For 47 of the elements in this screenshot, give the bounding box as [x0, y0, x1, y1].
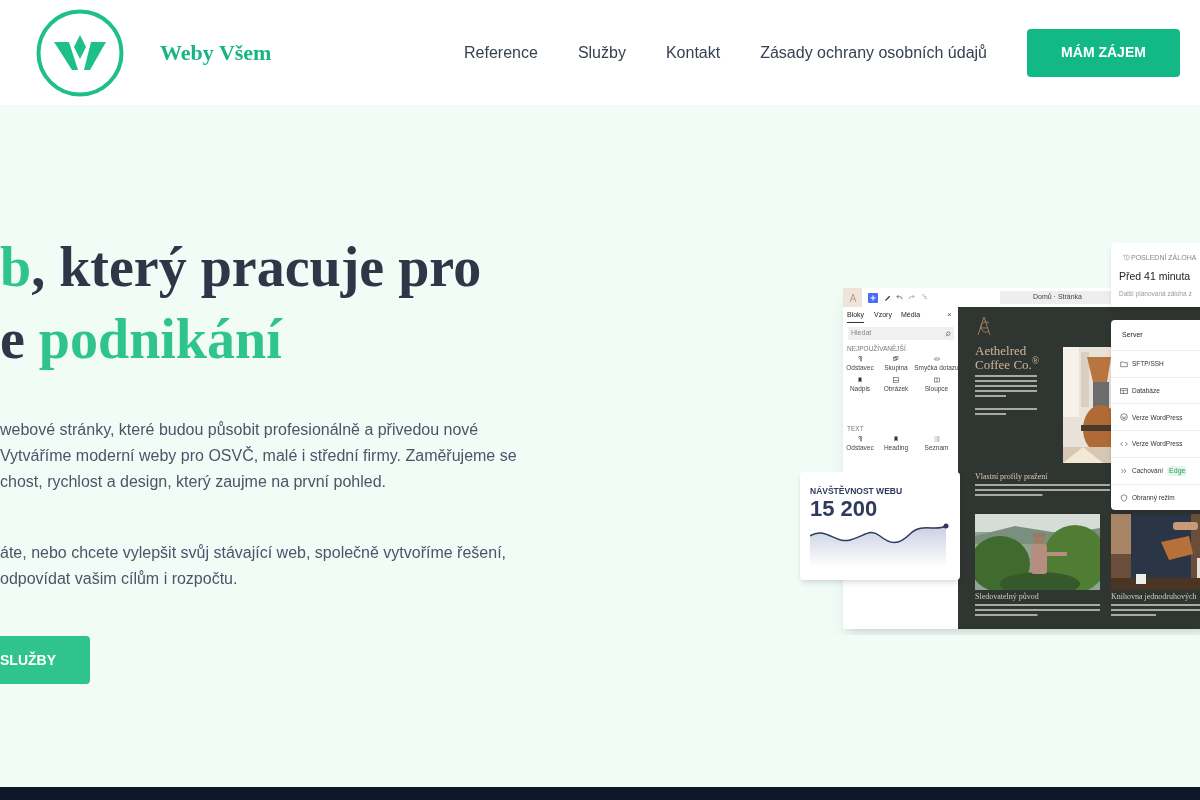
heading-line: b, který pracuje pro [0, 235, 483, 300]
paragraph-line: webové stránky, které budou působit profesionálně a přivedou nové [0, 420, 480, 440]
close-button[interactable]: × [947, 311, 952, 319]
add-block-icon [868, 293, 878, 303]
section-title: Sledovatelný původ [975, 592, 1039, 601]
nav-link[interactable]: Služby [577, 40, 626, 65]
logo-text: Weby Všem [160, 39, 272, 67]
bookmark-icon [893, 436, 899, 442]
monogram-icon [846, 291, 859, 304]
code-icon [1120, 440, 1128, 449]
redo-icon [908, 294, 915, 301]
history-icon [1123, 254, 1130, 261]
pilcrow-icon [857, 436, 863, 442]
chevrons-icon [1120, 466, 1128, 475]
paragraph-line: odpovídat vašim cílům i rozpočtu. [0, 569, 239, 589]
nav-link[interactable]: Reference [464, 40, 538, 65]
pilcrow-icon [857, 356, 863, 362]
paragraph-line: áte, nebo chcete vylepšit svůj stávající web, společně vytvoříme řešení, [0, 543, 508, 563]
loop-icon [933, 356, 940, 362]
image-icon [893, 377, 899, 383]
paragraph-line: chost, rychlost a design, který zaujme na první pohled. [0, 472, 387, 492]
logo-icon [36, 8, 124, 97]
shield-icon [1120, 493, 1128, 502]
paragraph-line: Vytváříme moderní weby pro OSVČ, malé i střední firmy. Zaměřujeme se [0, 445, 517, 466]
visitor-count: 15 200 [810, 498, 878, 520]
heading-line: e podnikání [0, 307, 284, 372]
backup-time: Před 41 minuta [1119, 269, 1191, 284]
nav-link[interactable]: Kontakt [665, 40, 721, 65]
text-lines-drawing [975, 375, 1037, 397]
card-label: NÁVŠTĚVNOST WEBU [810, 485, 903, 498]
folder-icon [1120, 360, 1128, 368]
bookmark-icon [857, 377, 863, 383]
nav-link[interactable]: Zásady ochrany osobních údajů [760, 40, 987, 65]
table-icon [1120, 386, 1128, 395]
outline-icon [921, 294, 928, 301]
undo-icon [896, 294, 903, 301]
wordpress-icon [1120, 413, 1128, 422]
monogram-icon [975, 315, 993, 337]
list-icon [933, 436, 940, 442]
section-title: Knihovna jednodruhových [1111, 592, 1197, 601]
brand-title: Aethelred Coffee Co.$^{®}$ [975, 344, 1041, 372]
columns-icon [933, 377, 940, 383]
text-lines-drawing [975, 408, 1037, 415]
search-icon [945, 330, 951, 337]
overlapping-squares-icon [893, 356, 899, 362]
pencil-icon [884, 294, 891, 301]
section-title: Vlastní profily pražení [975, 472, 1048, 481]
